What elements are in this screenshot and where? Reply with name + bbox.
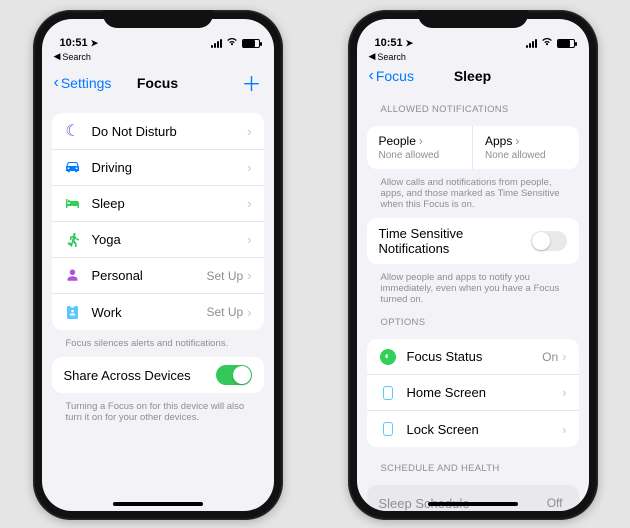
wifi-icon — [226, 37, 238, 49]
location-icon: ➤ — [91, 38, 99, 49]
back-button[interactable]: ‹Settings — [54, 75, 112, 91]
share-toggle[interactable] — [216, 365, 252, 385]
section-header-options: Options — [367, 305, 579, 331]
section-header-schedule: Schedule and Health — [367, 451, 579, 477]
screen-right: 10:51➤ ◀ Search ‹Focus Sleep Allowed Not… — [357, 19, 589, 511]
option-focus-status[interactable]: ◐ Focus Status On › — [367, 339, 579, 375]
breadcrumb-search[interactable]: ◀ Search — [42, 49, 274, 62]
home-screen-icon — [379, 386, 397, 400]
focus-list-footer: Focus silences alerts and notifications. — [52, 334, 264, 349]
allowed-apps[interactable]: Apps› None allowed — [473, 126, 579, 169]
chevron-right-icon: › — [247, 160, 251, 175]
wifi-icon — [541, 37, 553, 49]
person-icon — [64, 269, 82, 282]
time-sensitive-row[interactable]: Time Sensitive Notifications — [367, 218, 579, 264]
signal-icon — [211, 39, 222, 48]
page-title: Sleep — [454, 68, 491, 84]
focus-modes-list: ☾ Do Not Disturb › Driving › Sleep — [52, 113, 264, 330]
chevron-left-icon: ‹ — [369, 68, 374, 84]
focus-item-yoga[interactable]: Yoga › — [52, 222, 264, 258]
lock-screen-icon — [379, 422, 397, 436]
chevron-right-icon: › — [419, 134, 423, 148]
section-header-allowed: Allowed Notifications — [367, 92, 579, 118]
home-indicator[interactable] — [428, 502, 518, 506]
chevron-right-icon: › — [562, 385, 566, 400]
chevron-right-icon: › — [247, 268, 251, 283]
chevron-right-icon: › — [247, 124, 251, 139]
add-focus-button[interactable]: ＋ — [242, 68, 262, 97]
chevron-right-icon: › — [247, 196, 251, 211]
navbar: ‹Settings Focus ＋ — [42, 62, 274, 105]
page-title: Focus — [137, 75, 178, 91]
time-sensitive-toggle[interactable] — [531, 231, 567, 251]
chevron-right-icon: › — [515, 134, 519, 148]
focus-item-work[interactable]: Work Set Up › — [52, 294, 264, 330]
status-time: 10:51 — [60, 37, 88, 49]
breadcrumb-search[interactable]: ◀ Search — [357, 49, 589, 62]
phone-frame-right: 10:51➤ ◀ Search ‹Focus Sleep Allowed Not… — [348, 10, 598, 520]
focus-item-dnd[interactable]: ☾ Do Not Disturb › — [52, 113, 264, 150]
sleep-schedule-row: Sleep Schedule Off — [367, 485, 579, 511]
bed-icon — [64, 198, 82, 209]
focus-item-personal[interactable]: Personal Set Up › — [52, 258, 264, 294]
home-indicator[interactable] — [113, 502, 203, 506]
allowed-notifications-card: People› None allowed Apps› None allowed — [367, 126, 579, 169]
allowed-people[interactable]: People› None allowed — [367, 126, 474, 169]
chevron-right-icon: › — [562, 422, 566, 437]
focus-status-icon: ◐ — [379, 349, 397, 365]
focus-item-sleep[interactable]: Sleep › — [52, 186, 264, 222]
option-home-screen[interactable]: Home Screen › — [367, 375, 579, 411]
back-label: Settings — [61, 75, 112, 91]
moon-icon: ☾ — [64, 121, 82, 141]
chevron-left-icon: ‹ — [54, 75, 59, 91]
share-footer: Turning a Focus on for this device will … — [52, 397, 264, 423]
back-button[interactable]: ‹Focus — [369, 68, 414, 84]
option-lock-screen[interactable]: Lock Screen › — [367, 411, 579, 447]
signal-icon — [526, 39, 537, 48]
screen-left: 10:51➤ ◀ Search ‹Settings Focus ＋ ☾ Do N… — [42, 19, 274, 511]
tsn-footer: Allow people and apps to notify you imme… — [367, 268, 579, 305]
car-icon — [64, 161, 82, 174]
focus-item-driving[interactable]: Driving › — [52, 150, 264, 186]
badge-icon — [64, 305, 82, 319]
runner-icon — [64, 233, 82, 247]
chevron-right-icon: › — [562, 349, 566, 364]
battery-icon — [242, 39, 260, 48]
phone-frame-left: 10:51➤ ◀ Search ‹Settings Focus ＋ ☾ Do N… — [33, 10, 283, 520]
chevron-right-icon: › — [247, 305, 251, 320]
chevron-right-icon: › — [247, 232, 251, 247]
allowed-footer: Allow calls and notifications from peopl… — [367, 173, 579, 210]
share-across-devices-row[interactable]: Share Across Devices — [52, 357, 264, 393]
navbar: ‹Focus Sleep — [357, 62, 589, 92]
battery-icon — [557, 39, 575, 48]
